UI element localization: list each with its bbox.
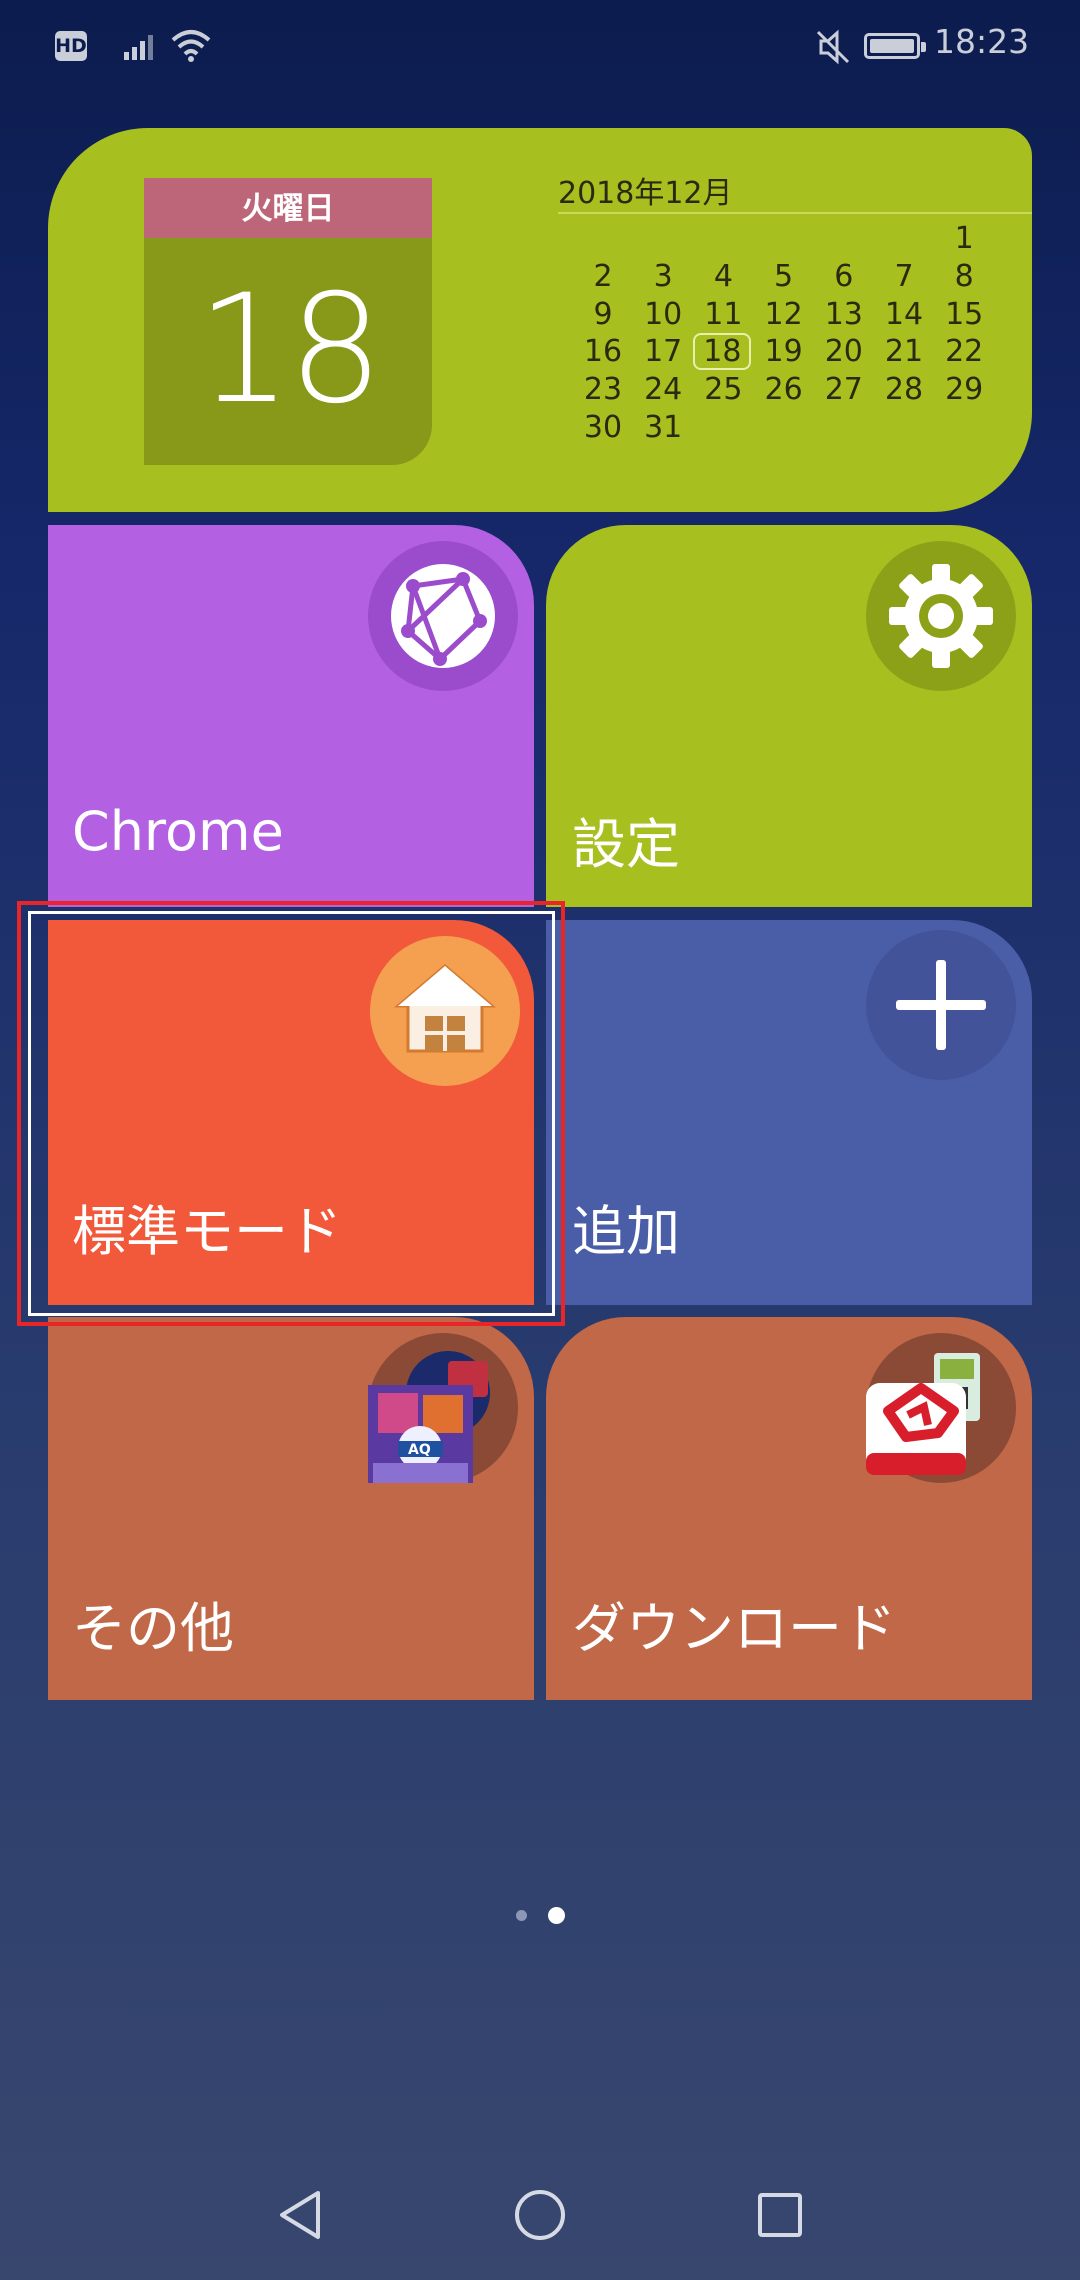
calendar-day: 25 [704, 372, 743, 408]
page-dot-2-active[interactable] [548, 1907, 565, 1924]
calendar-day-today: 18 [693, 333, 752, 371]
folder-apps-icon: AQ [368, 1333, 518, 1490]
calendar-day: 7 [894, 258, 914, 294]
calendar-day: 2 [593, 258, 613, 294]
calendar-day: 13 [824, 296, 863, 332]
calendar-day: 11 [704, 296, 743, 332]
calendar-day: 19 [764, 334, 803, 370]
page-dot-1[interactable] [516, 1910, 527, 1921]
calendar-day: 28 [884, 372, 924, 408]
tile-download[interactable]: ダウンロード [546, 1317, 1032, 1700]
calendar-day: 20 [824, 334, 863, 370]
status-bar: HD 18:23 [0, 0, 1080, 92]
mute-icon [816, 29, 850, 65]
battery-icon [864, 33, 926, 59]
calendar-month-title: 2018年12月 [558, 176, 733, 211]
calendar-day-number: 18 [196, 263, 384, 437]
calendar-day: 22 [945, 334, 984, 370]
calendar-day: 31 [644, 410, 683, 445]
calendar-day: 12 [764, 296, 803, 332]
calendar-day: 24 [644, 372, 683, 408]
calendar-day: 10 [644, 296, 683, 332]
selection-highlight-inner [28, 911, 555, 1316]
calendar-date-card: 火曜日 18 [144, 178, 432, 465]
browser-globe-icon [368, 541, 518, 691]
calendar-day: 1 [954, 221, 974, 256]
calendar-day: 26 [764, 372, 803, 408]
tile-label: その他 [72, 1597, 234, 1660]
calendar-day: 5 [774, 258, 794, 294]
calendar-day: 21 [884, 334, 924, 370]
calendar-day: 17 [644, 334, 683, 370]
tile-label: ダウンロード [572, 1597, 896, 1660]
calendar-day: 6 [834, 258, 854, 294]
tile-other[interactable]: AQ その他 [48, 1317, 534, 1700]
tile-label: Chrome [72, 800, 284, 863]
calendar-day: 4 [713, 258, 733, 294]
calendar-day: 29 [945, 372, 984, 408]
plus-icon [866, 930, 1016, 1080]
calendar-widget[interactable]: 火曜日 18 2018年12月 1 2 3 4 5 6 7 8 9 10 11 12 13 14 15 16 1… [48, 128, 1032, 512]
gear-icon [866, 541, 1016, 691]
calendar-weekday: 火曜日 [144, 178, 432, 238]
back-icon[interactable] [270, 2185, 330, 2245]
hd-icon: HD [55, 31, 87, 61]
calendar-day: 3 [653, 258, 673, 294]
wifi-icon [171, 30, 211, 62]
calendar-day: 30 [583, 410, 623, 445]
recent-apps-icon[interactable] [750, 2185, 810, 2245]
home-nav-icon[interactable] [510, 2185, 570, 2245]
calendar-day: 9 [593, 296, 613, 332]
signal-icon [124, 35, 153, 60]
status-time: 18:23 [934, 22, 1030, 61]
svg-text:AQ: AQ [408, 1442, 431, 1458]
tile-settings[interactable]: 設定 [546, 525, 1032, 907]
calendar-day: 23 [583, 372, 623, 408]
tile-label: 追加 [572, 1200, 680, 1263]
calendar-day: 15 [945, 296, 984, 332]
calendar-divider [558, 212, 1032, 214]
calendar-day: 16 [583, 334, 623, 370]
calendar-day: 8 [954, 258, 974, 294]
tile-chrome[interactable]: Chrome [48, 525, 534, 907]
tile-add[interactable]: 追加 [546, 920, 1032, 1305]
calendar-day: 14 [884, 296, 924, 332]
download-folder-icon [866, 1333, 1016, 1483]
tile-label: 設定 [572, 813, 680, 876]
calendar-day: 27 [824, 372, 863, 408]
